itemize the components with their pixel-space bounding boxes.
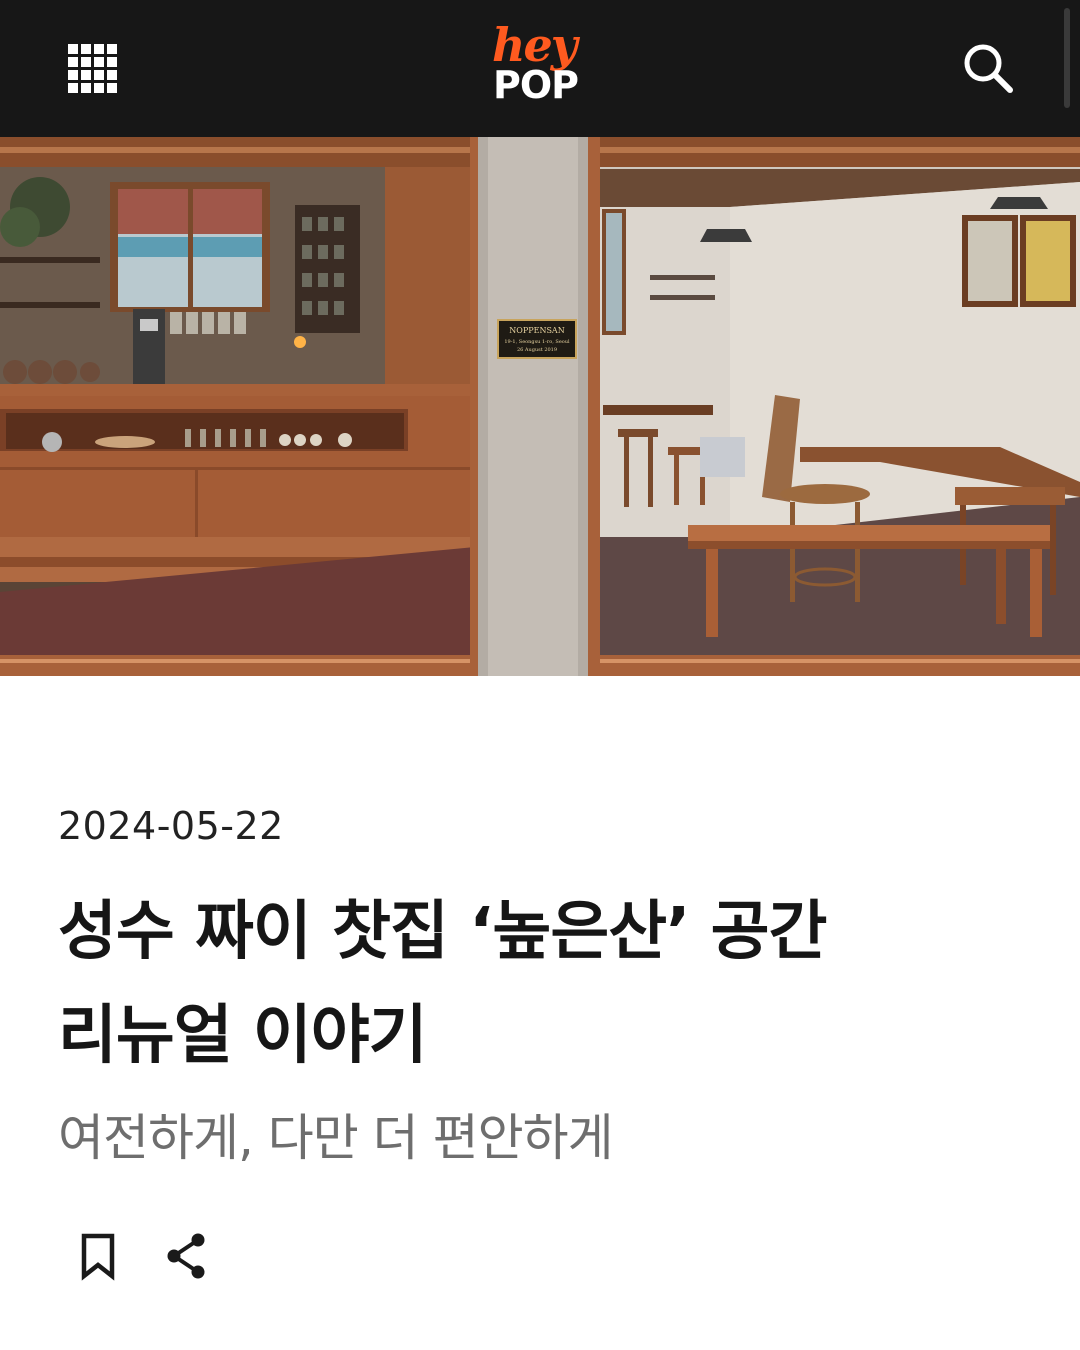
article-title-line1: 성수 짜이 찻집 ‘높은산’ 공간: [58, 895, 827, 969]
logo-pop-text: POP: [493, 63, 579, 107]
article-date: 2024-05-22: [58, 804, 284, 848]
scrollbar-thumb[interactable]: [1064, 8, 1070, 108]
article-title-line2: 리뉴얼 이야기: [58, 999, 428, 1073]
share-icon[interactable]: [160, 1228, 212, 1284]
search-icon[interactable]: [958, 38, 1018, 98]
plaque-line2: 19-1, Seongsu 1-ro, Seoul: [504, 339, 570, 345]
app-header: hey POP: [0, 0, 1080, 137]
grid-menu-icon[interactable]: [62, 38, 122, 98]
plaque-line3: 26 August 2019: [517, 347, 557, 353]
plaque-line1: NOPPENSAN: [509, 326, 564, 335]
hero-image: NOPPENSAN 19-1, Seongsu 1-ro, Seoul 26 A…: [0, 137, 1080, 676]
bookmark-icon[interactable]: [72, 1228, 124, 1284]
article-subtitle: 여전하게, 다만 더 편안하게: [58, 1109, 614, 1167]
article-title: 성수 짜이 찻집 ‘높은산’ 공간 리뉴얼 이야기: [58, 880, 1018, 1088]
logo-hey-text: hey: [492, 18, 577, 72]
heypop-logo[interactable]: hey POP: [480, 22, 600, 112]
